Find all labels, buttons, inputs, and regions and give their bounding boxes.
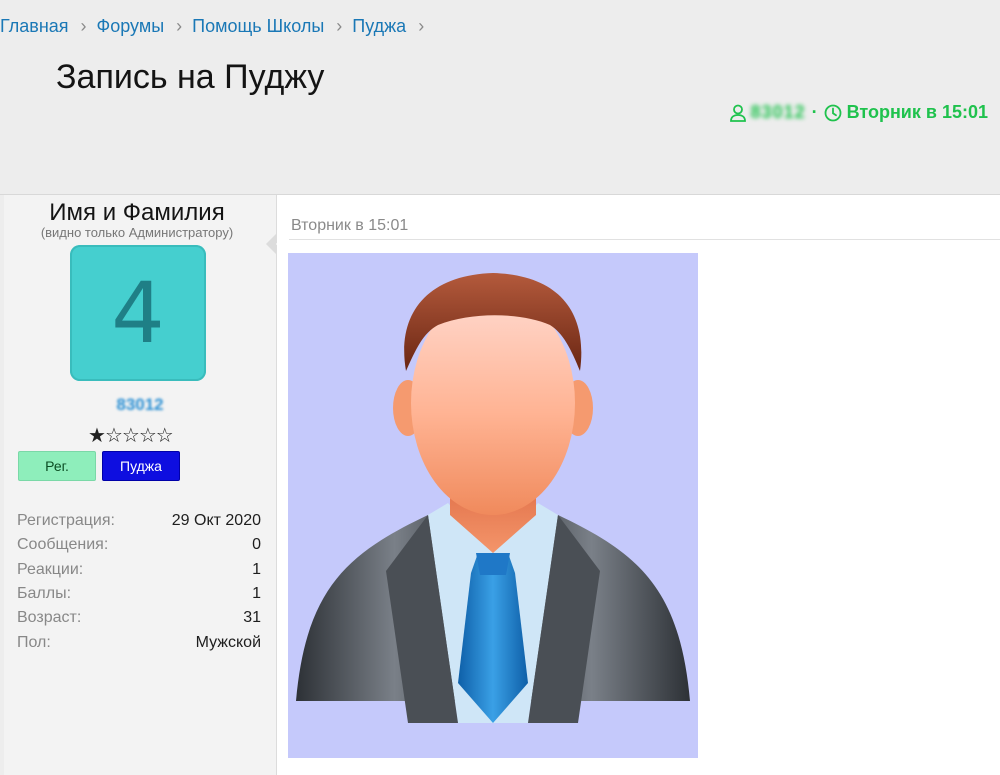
stat-label: Регистрация: [17, 512, 115, 530]
stat-value: 1 [252, 560, 261, 578]
stat-label: Пол: [17, 633, 51, 651]
stat-value: Мужской [195, 633, 261, 651]
divider [289, 239, 1000, 240]
stat-label: Баллы: [17, 585, 72, 603]
user-name-title: Имя и Фамилия [49, 199, 225, 226]
post-user-column: Имя и Фамилия (видно только Администрато… [4, 195, 287, 775]
user-name-note: (видно только Администратору) [40, 225, 234, 240]
page-title: Запись на Пуджу [56, 58, 325, 96]
thread-meta: 83012 · Вторник в 15:01 [729, 102, 988, 123]
user-icon [729, 104, 747, 122]
user-badges: Рег. Пуджа [18, 451, 180, 481]
stat-row: Возраст: 31 [17, 606, 261, 630]
chevron-right-icon: › [176, 15, 183, 36]
stat-value: 0 [252, 536, 261, 554]
star-filled-icon: ★ [88, 425, 106, 447]
star-empty-icon: ☆ [121, 425, 140, 447]
post-date[interactable]: Вторник в 15:01 [291, 217, 408, 235]
post-image[interactable] [288, 253, 698, 758]
stat-row: Баллы: 1 [17, 582, 261, 606]
breadcrumb-pudzha[interactable]: Пуджа [352, 16, 406, 37]
badge-reg: Рег. [18, 451, 96, 481]
breadcrumb-home[interactable]: Главная [0, 16, 69, 37]
avatar-letter: 4 [111, 264, 165, 362]
chevron-right-icon: › [80, 15, 87, 36]
username[interactable]: 83012 [4, 395, 276, 415]
rating-stars: ★☆☆☆☆ [88, 423, 174, 448]
post: Имя и Фамилия (видно только Администрато… [0, 194, 1000, 775]
chevron-right-icon: › [336, 15, 343, 36]
breadcrumb-school-help[interactable]: Помощь Школы [192, 16, 324, 37]
man-in-suit-illustration [296, 273, 690, 723]
breadcrumb-forums[interactable]: Форумы [97, 16, 165, 37]
star-empty-icon: ☆ [138, 425, 157, 447]
thread-time-label: Вторник в 15:01 [846, 102, 988, 122]
thread-author-name: 83012 [750, 102, 806, 122]
avatar[interactable]: 4 [70, 245, 206, 381]
stat-label: Возраст: [17, 609, 82, 627]
stat-row: Пол: Мужской [17, 630, 261, 654]
stat-row: Сообщения: 0 [17, 533, 261, 557]
thread-author[interactable]: 83012 [729, 102, 806, 123]
stat-row: Реакции: 1 [17, 558, 261, 582]
stat-row: Регистрация: 29 Окт 2020 [17, 509, 261, 533]
stat-value: 31 [243, 609, 261, 627]
clock-icon [824, 104, 842, 122]
star-empty-icon: ☆ [155, 425, 174, 447]
user-stats: Регистрация: 29 Окт 2020 Сообщения: 0 Ре… [17, 509, 261, 655]
stat-value: 29 Окт 2020 [171, 512, 261, 530]
star-empty-icon: ☆ [104, 425, 123, 447]
thread-time[interactable]: Вторник в 15:01 [824, 102, 988, 123]
stat-label: Реакции: [17, 560, 84, 578]
stat-label: Сообщения: [17, 536, 109, 554]
post-content: Вторник в 15:01 [277, 195, 1000, 775]
breadcrumb: Главная › Форумы › Помощь Школы › Пуджа … [0, 14, 434, 38]
meta-separator: · [811, 102, 818, 122]
badge-pudzha: Пуджа [102, 451, 180, 481]
stat-value: 1 [252, 585, 261, 603]
chevron-right-icon: › [418, 15, 425, 36]
